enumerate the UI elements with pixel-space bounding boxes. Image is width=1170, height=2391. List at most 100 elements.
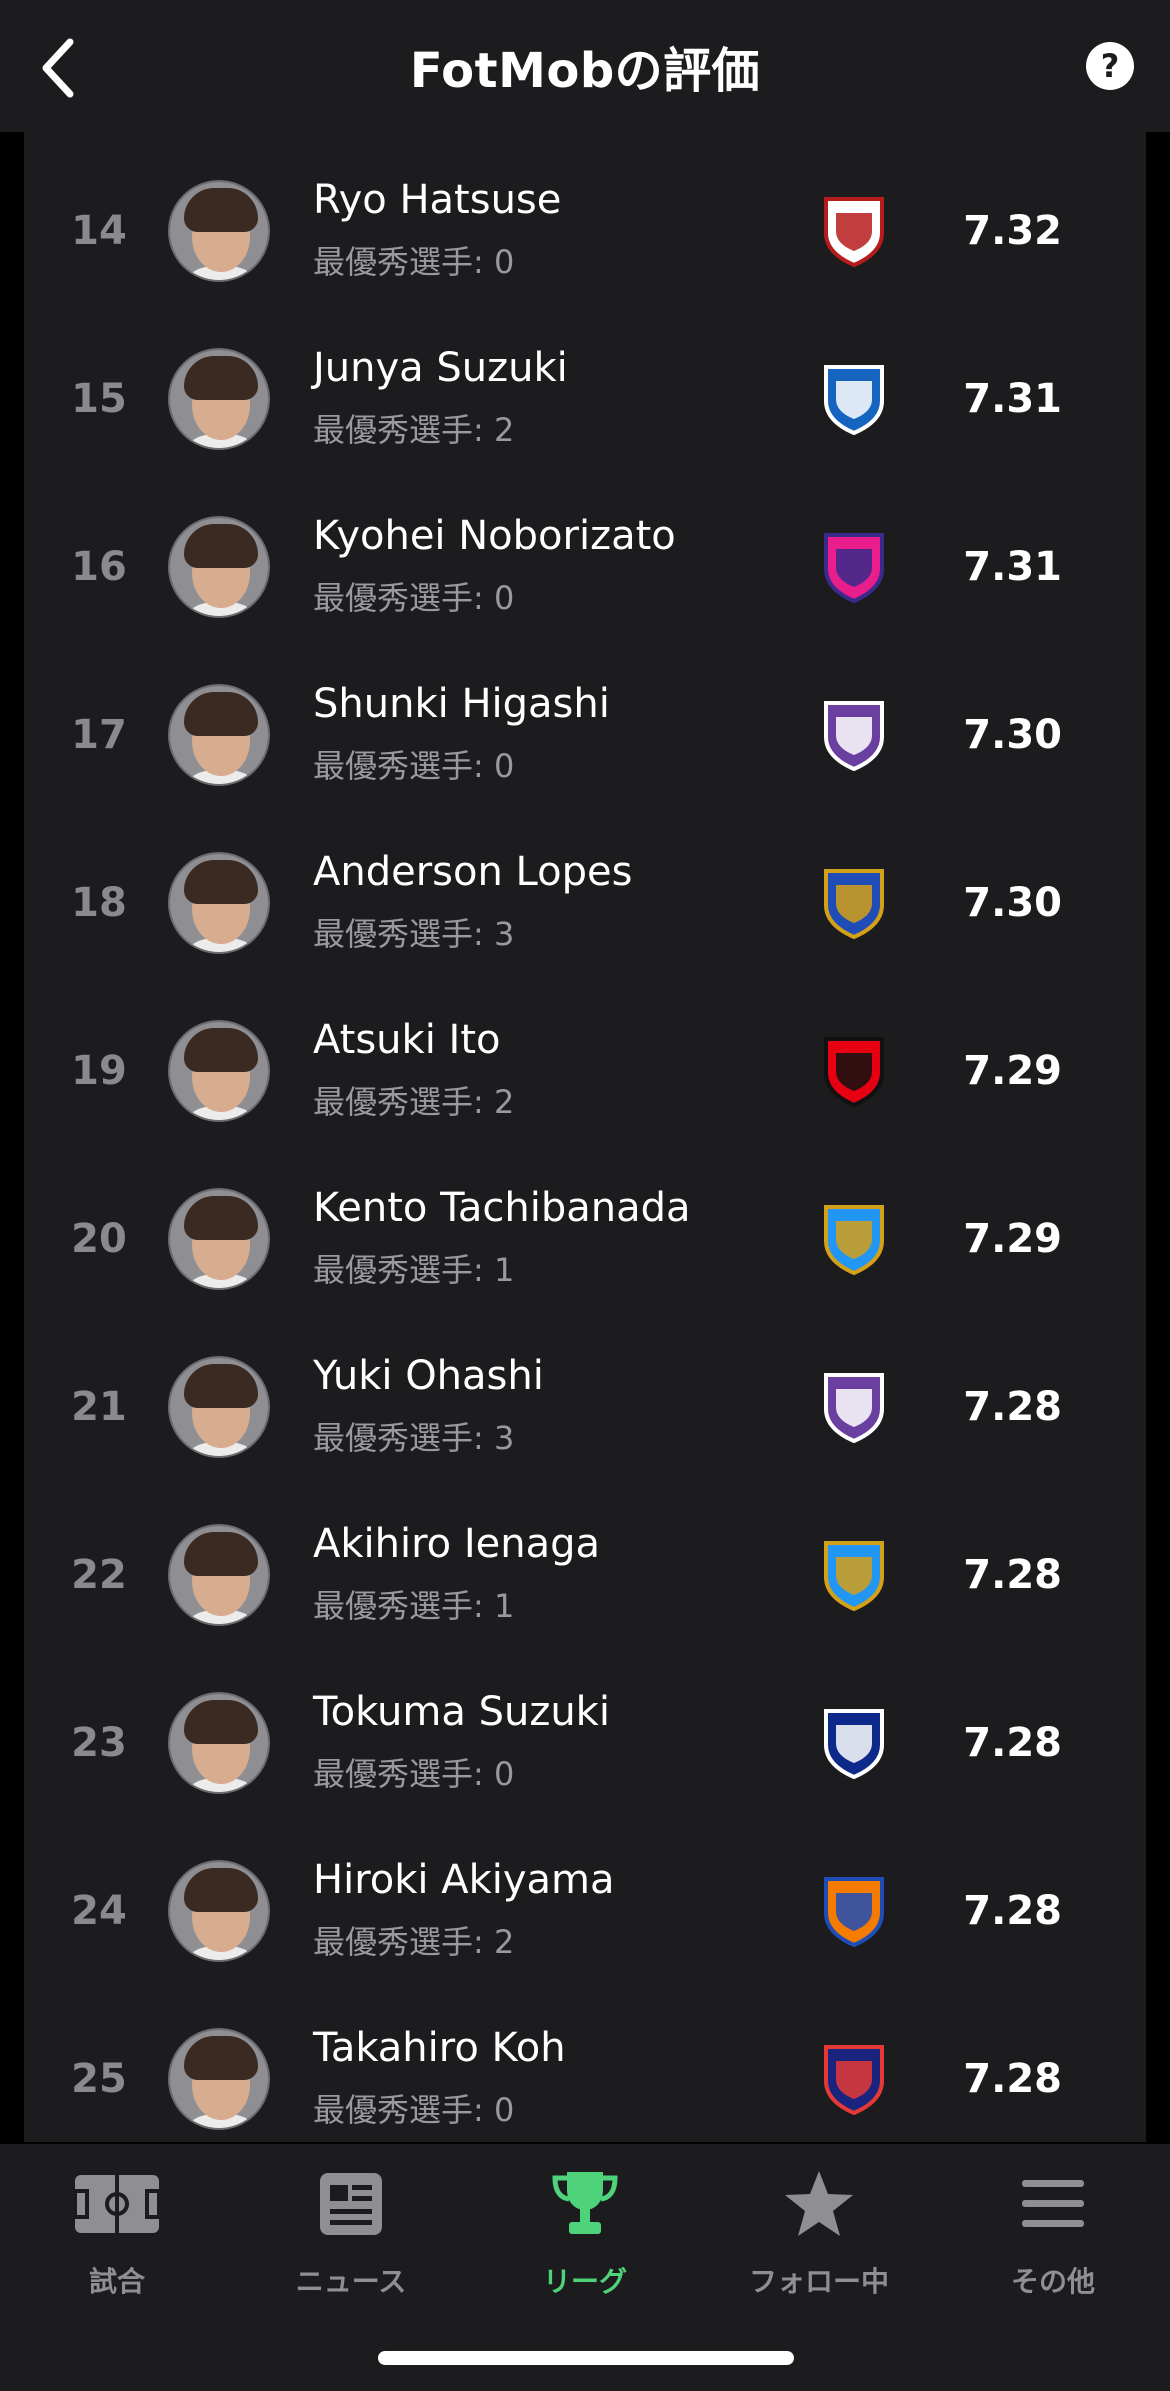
club-crest-icon	[814, 1199, 894, 1279]
club-crest-icon	[814, 2039, 894, 2119]
player-rating: 7.28	[963, 1384, 1062, 1430]
player-name: Atsuki Ito	[313, 1017, 501, 1063]
tab-label: リーグ	[542, 2265, 627, 2298]
rank-number: 22	[71, 1552, 127, 1598]
player-avatar	[168, 180, 270, 282]
club-crest-icon	[814, 359, 894, 439]
player-of-the-match-count: 最優秀選手: 2	[313, 1923, 515, 1961]
player-avatar	[168, 684, 270, 786]
rank-number: 14	[71, 208, 127, 254]
rank-number: 18	[71, 880, 127, 926]
player-row[interactable]: 25 Takahiro Koh 最優秀選手: 0 7.28	[24, 1995, 1146, 2142]
club-crest-icon	[814, 527, 894, 607]
help-icon: ?	[1100, 47, 1120, 85]
player-avatar	[168, 1356, 270, 1458]
tab-label: ニュース	[295, 2265, 407, 2298]
tab-label: 試合	[88, 2265, 145, 2298]
club-crest-icon	[814, 1535, 894, 1615]
tab-label: フォロー中	[748, 2265, 889, 2298]
app: FotMobの評価 ? 14 Ryo Hatsuse 最優秀選手: 0 7.32 15 J…	[0, 0, 1170, 2391]
player-row[interactable]: 22 Akihiro Ienaga 最優秀選手: 1 7.28	[24, 1491, 1146, 1659]
player-name: Yuki Ohashi	[313, 1353, 544, 1399]
player-of-the-match-count: 最優秀選手: 0	[313, 579, 515, 617]
player-rating: 7.28	[963, 2056, 1062, 2102]
player-of-the-match-count: 最優秀選手: 3	[313, 1419, 515, 1457]
player-rating: 7.30	[963, 880, 1062, 926]
player-row[interactable]: 19 Atsuki Ito 最優秀選手: 2 7.29	[24, 987, 1146, 1155]
player-name: Takahiro Koh	[313, 2025, 566, 2071]
player-row[interactable]: 17 Shunki Higashi 最優秀選手: 0 7.30	[24, 651, 1146, 819]
player-of-the-match-count: 最優秀選手: 0	[313, 747, 515, 785]
player-of-the-match-count: 最優秀選手: 1	[313, 1251, 515, 1289]
player-of-the-match-count: 最優秀選手: 2	[313, 411, 515, 449]
player-rating: 7.30	[963, 712, 1062, 758]
star-icon	[774, 2164, 864, 2244]
rank-number: 24	[71, 1888, 127, 1934]
top-bar: FotMobの評価 ?	[0, 0, 1170, 132]
club-crest-icon	[814, 1871, 894, 1951]
player-name: Kento Tachibanada	[313, 1185, 691, 1231]
tab-news[interactable]: ニュース	[234, 2164, 468, 2314]
player-avatar	[168, 516, 270, 618]
player-ratings-list: 14 Ryo Hatsuse 最優秀選手: 0 7.32 15 Junya Suzuki 最…	[24, 132, 1146, 2142]
player-of-the-match-count: 最優秀選手: 1	[313, 1587, 515, 1625]
page-title: FotMobの評価	[409, 43, 761, 99]
player-avatar	[168, 1692, 270, 1794]
rank-number: 20	[71, 1216, 127, 1262]
player-avatar	[168, 2028, 270, 2130]
player-row[interactable]: 18 Anderson Lopes 最優秀選手: 3 7.30	[24, 819, 1146, 987]
player-avatar	[168, 1188, 270, 1290]
player-row[interactable]: 14 Ryo Hatsuse 最優秀選手: 0 7.32	[24, 147, 1146, 315]
player-row[interactable]: 16 Kyohei Noborizato 最優秀選手: 0 7.31	[24, 483, 1146, 651]
player-row[interactable]: 24 Hiroki Akiyama 最優秀選手: 2 7.28	[24, 1827, 1146, 1995]
club-crest-icon	[814, 863, 894, 943]
player-name: Shunki Higashi	[313, 681, 610, 727]
player-rating: 7.28	[963, 1888, 1062, 1934]
tab-more[interactable]: その他	[936, 2164, 1170, 2314]
help-button[interactable]: ?	[1086, 42, 1134, 90]
player-name: Hiroki Akiyama	[313, 1857, 615, 1903]
player-avatar	[168, 1524, 270, 1626]
rank-number: 17	[71, 712, 127, 758]
player-name: Akihiro Ienaga	[313, 1521, 601, 1567]
tab-leagues[interactable]: リーグ	[468, 2164, 702, 2314]
player-name: Ryo Hatsuse	[313, 177, 562, 223]
club-crest-icon	[814, 1031, 894, 1111]
player-avatar	[168, 852, 270, 954]
rank-number: 21	[71, 1384, 127, 1430]
player-name: Junya Suzuki	[313, 345, 568, 391]
player-row[interactable]: 23 Tokuma Suzuki 最優秀選手: 0 7.28	[24, 1659, 1146, 1827]
news-icon	[306, 2164, 396, 2244]
club-crest-icon	[814, 1367, 894, 1447]
chevron-left-icon	[42, 38, 74, 98]
player-avatar	[168, 1020, 270, 1122]
player-row[interactable]: 21 Yuki Ohashi 最優秀選手: 3 7.28	[24, 1323, 1146, 1491]
tab-following[interactable]: フォロー中	[702, 2164, 936, 2314]
player-name: Tokuma Suzuki	[313, 1689, 610, 1735]
player-of-the-match-count: 最優秀選手: 0	[313, 1755, 515, 1793]
player-of-the-match-count: 最優秀選手: 2	[313, 1083, 515, 1121]
home-indicator	[378, 2351, 794, 2365]
menu-icon	[1008, 2164, 1098, 2244]
player-rating: 7.29	[963, 1216, 1062, 1262]
player-name: Kyohei Noborizato	[313, 513, 676, 559]
tab-matches[interactable]: 試合	[0, 2164, 234, 2314]
rank-number: 15	[71, 376, 127, 422]
player-row[interactable]: 15 Junya Suzuki 最優秀選手: 2 7.31	[24, 315, 1146, 483]
player-rating: 7.28	[963, 1552, 1062, 1598]
player-of-the-match-count: 最優秀選手: 0	[313, 243, 515, 281]
trophy-icon	[540, 2164, 630, 2244]
player-row[interactable]: 20 Kento Tachibanada 最優秀選手: 1 7.29	[24, 1155, 1146, 1323]
player-rating: 7.28	[963, 1720, 1062, 1766]
player-rating: 7.29	[963, 1048, 1062, 1094]
player-avatar	[168, 348, 270, 450]
rank-number: 19	[71, 1048, 127, 1094]
player-rating: 7.31	[963, 544, 1062, 590]
back-button[interactable]	[18, 28, 98, 108]
player-rating: 7.32	[963, 208, 1062, 254]
club-crest-icon	[814, 695, 894, 775]
rank-number: 23	[71, 1720, 127, 1766]
pitch-icon	[72, 2164, 162, 2244]
rank-number: 25	[71, 2056, 127, 2102]
player-name: Anderson Lopes	[313, 849, 633, 895]
